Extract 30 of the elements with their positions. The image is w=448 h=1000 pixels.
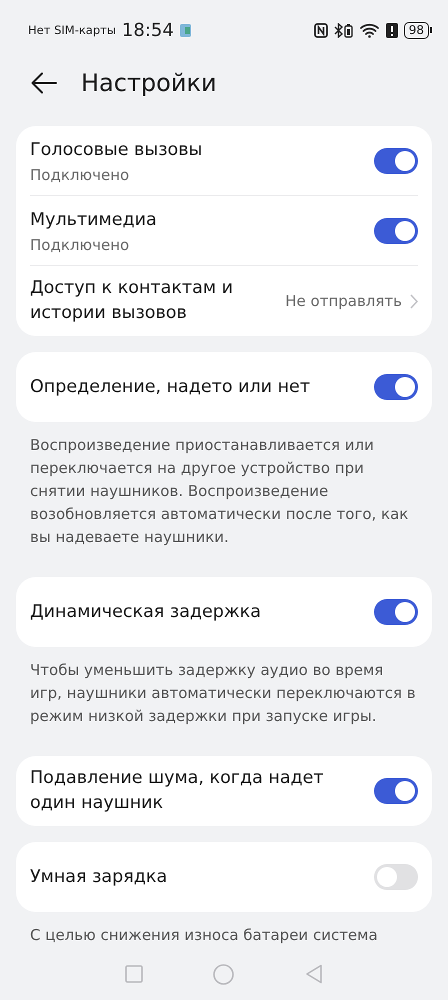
toggle-switch[interactable] [374,218,418,244]
carrier-label: Нет SIM-карты [28,23,116,37]
description-text: С целью снижения износа батареи система [29,925,379,946]
setting-status: Подключено [30,166,130,184]
battery-level: 98 [404,22,429,38]
setting-title: Доступ к контактам и истории вызовов [30,277,234,325]
wifi-icon [360,22,380,38]
setting-title: Динамическая задержка [30,600,262,624]
toggle-switch[interactable] [374,148,418,174]
setting-title: Мультимедиа [30,208,158,232]
bluetooth-battery-icon [334,22,354,38]
setting-title: Подавление шума, когда надет один наушник [30,767,325,815]
alert-icon [386,22,398,38]
nfc-icon [314,22,328,38]
description-text: Воспроизведение приостанавливается или переключается на другое устройство при снятии наушников. Воспроизведение возобновляется автоматически после того, как вы надеваете наушники. [29,435,410,548]
setting-title: Определение, надето или нет [30,376,312,398]
toggle-switch[interactable] [374,864,418,890]
page-title: Настройки [81,69,217,97]
chevron-icon [410,294,418,308]
setting-title: Голосовые вызовы [30,138,204,162]
clock: 18:54 [122,20,174,40]
setting-value[interactable]: Не отправлять [285,292,402,310]
toggle-switch[interactable] [374,374,418,400]
back-arrow-icon[interactable] [31,72,57,94]
notification-icon [180,24,191,36]
setting-title: Умная зарядка [30,866,168,888]
toggle-switch[interactable] [374,778,418,804]
description-text: Чтобы уменьшить задержку аудио во время игр, наушники автоматически переключаются в режим низкой задержки при запуске игры. [29,660,417,727]
setting-status: Подключено [30,236,130,254]
toggle-switch[interactable] [374,599,418,625]
